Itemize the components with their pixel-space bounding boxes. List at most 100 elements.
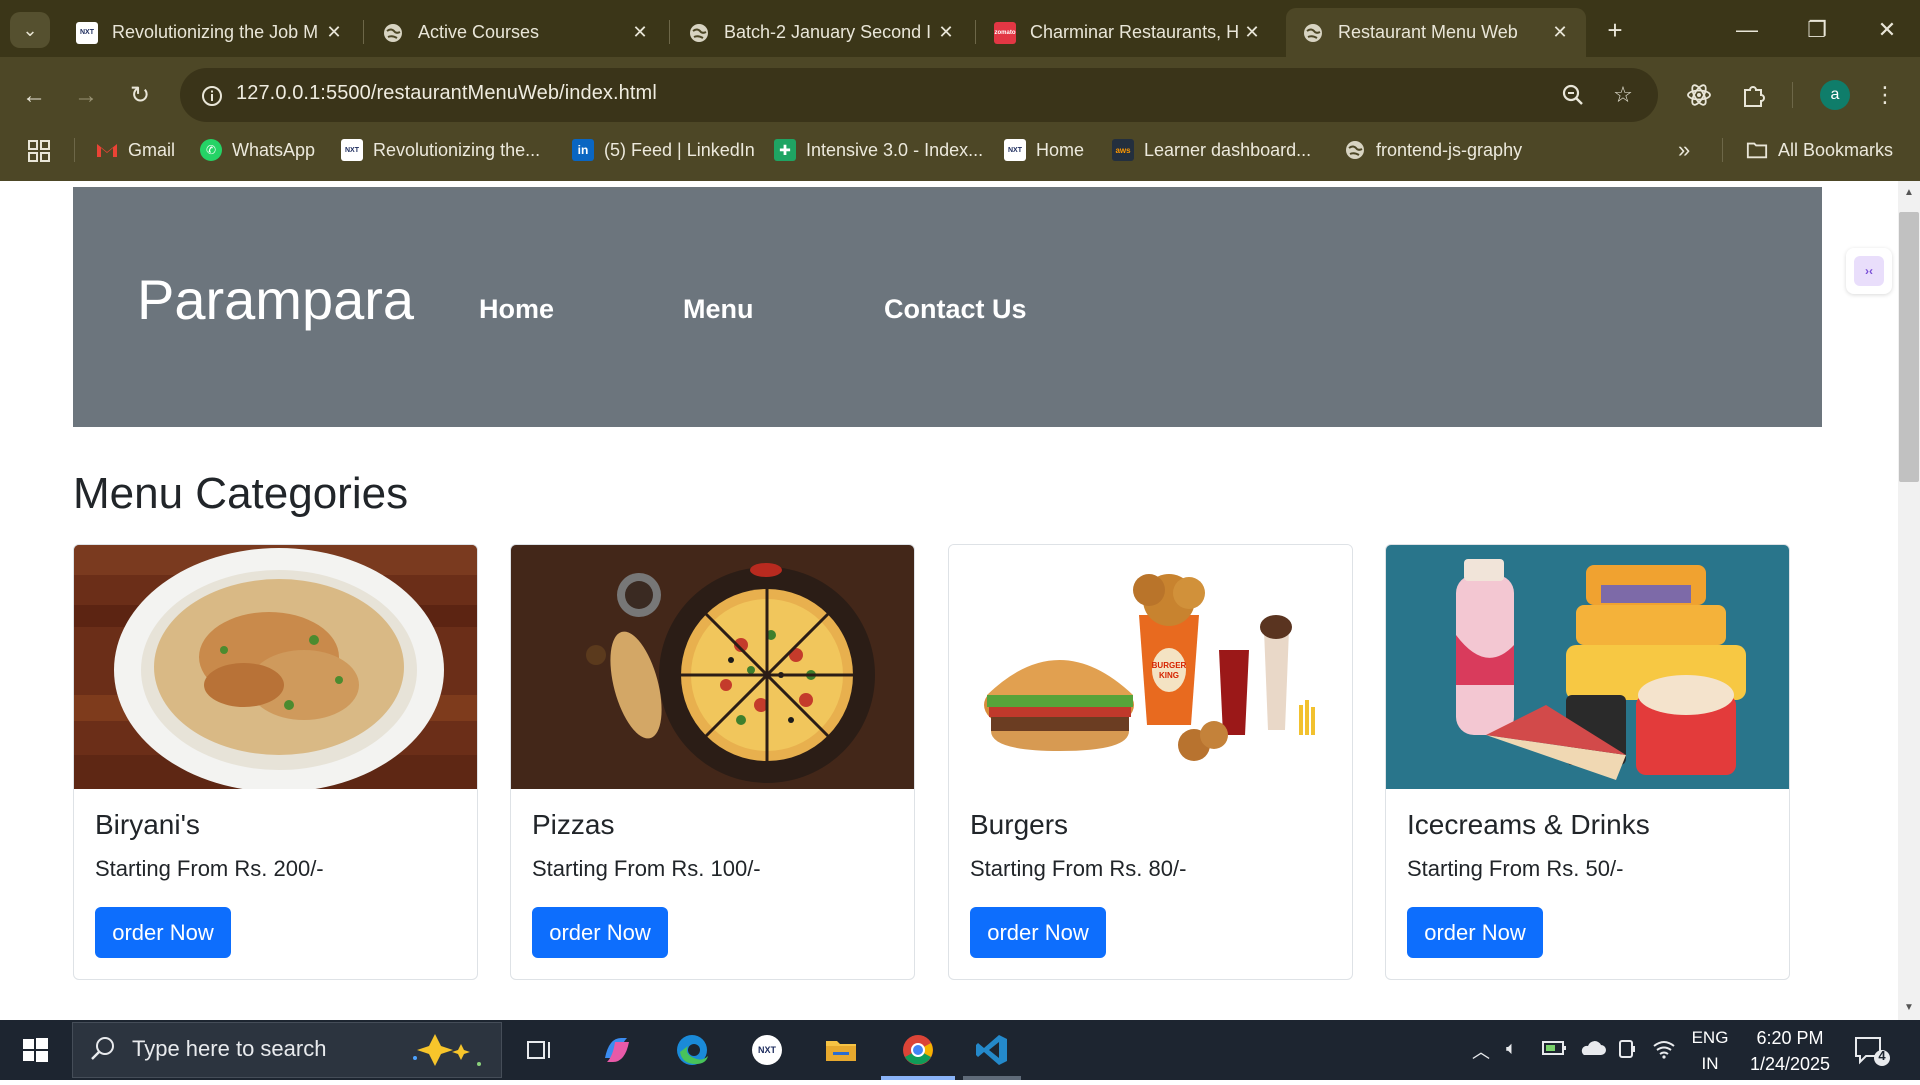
vscode-icon [976,1035,1007,1065]
profile-avatar[interactable]: a [1820,80,1850,110]
bookmarks-overflow-button[interactable]: » [1678,136,1690,164]
vscode-app[interactable] [963,1026,1021,1074]
copilot-icon [605,1038,629,1062]
close-icon[interactable]: ✕ [1240,22,1264,43]
chrome-app[interactable] [889,1026,947,1074]
minimize-icon: — [1736,17,1758,42]
open-app-indicator [963,1076,1021,1080]
code-icon: ›‹ [1854,256,1884,286]
browser-tab[interactable]: Batch-2 January Second I ✕ [672,8,972,57]
bookmark-sheets[interactable]: ✚ Intensive 3.0 - Index... [774,136,983,164]
forward-button[interactable]: → [66,76,106,116]
tray-overflow-button[interactable]: ︿ [1472,1038,1490,1064]
speaker-icon: 🔈︎ [1506,1038,1517,1058]
bookmark-linkedin[interactable]: in (5) Feed | LinkedIn [572,136,755,164]
browser-menu-button[interactable]: ⋮ [1868,78,1902,112]
linkedin-icon: in [572,139,594,161]
meet-now-button[interactable] [1616,1038,1638,1065]
order-now-button[interactable]: order Now [95,907,231,958]
close-icon[interactable]: ✕ [934,22,958,43]
close-icon[interactable]: ✕ [1548,22,1572,43]
site-info-button[interactable] [194,78,230,114]
volume-button[interactable]: 🔈︎ [1506,1038,1517,1059]
extensions-button[interactable] [1736,78,1770,112]
copilot-app[interactable] [588,1026,646,1074]
nav-link-contact[interactable]: Contact Us [884,294,1027,325]
nxtwave-icon: NXT [341,139,363,161]
url-text[interactable]: 127.0.0.1:5500/restaurantMenuWeb/index.h… [236,82,657,105]
nav-link-menu[interactable]: Menu [683,294,754,325]
nxtwave-icon: NXT [76,21,98,44]
battery-indicator[interactable] [1542,1038,1568,1063]
close-window-button[interactable]: ✕ [1862,10,1912,50]
task-view-button[interactable] [511,1026,569,1074]
new-tab-button[interactable]: + [1598,14,1632,48]
battery-icon [1542,1041,1566,1055]
nxtwave-icon: NXT [1004,139,1026,161]
globe-icon [382,22,404,44]
scrollbar-thumb[interactable] [1899,212,1919,482]
browser-tab[interactable]: NXT Revolutionizing the Job M ✕ [60,8,360,57]
menu-card-icecreams: Icecreams & Drinks Starting From Rs. 50/… [1385,544,1790,980]
browser-tab[interactable]: Active Courses ✕ [366,8,666,57]
onedrive-button[interactable] [1578,1038,1606,1063]
wifi-button[interactable] [1652,1038,1676,1065]
bookmark-home[interactable]: NXT Home [1004,136,1084,164]
order-now-button[interactable]: order Now [1407,907,1543,958]
restore-icon: ❐ [1807,17,1827,42]
browser-tab-active[interactable]: Restaurant Menu Web ✕ [1286,8,1586,57]
close-icon: ✕ [1877,17,1897,42]
back-button[interactable]: ← [14,76,54,116]
globe-icon [688,22,710,44]
taskbar-clock[interactable]: 6:20 PM 1/24/2025 [1744,1025,1836,1077]
minimize-button[interactable]: — [1722,10,1772,50]
scroll-up-arrow-icon[interactable]: ▲ [1898,184,1920,202]
chevron-down-icon: ⌄ [22,19,38,40]
bookmark-star-button[interactable]: ☆ [1606,78,1640,112]
file-explorer-app[interactable] [812,1026,870,1074]
notification-count: 4 [1878,1048,1886,1063]
tab-title: Restaurant Menu Web [1338,22,1518,42]
start-button[interactable] [0,1020,70,1080]
active-app-indicator [881,1076,955,1080]
bookmark-aws[interactable]: aws Learner dashboard... [1112,136,1311,164]
nav-link-home[interactable]: Home [479,294,554,325]
card-title: Biryani's [95,809,200,840]
windows-logo-icon [23,1038,48,1062]
bookmark-gmail[interactable]: Gmail [96,136,175,164]
order-now-button[interactable]: order Now [532,907,668,958]
apps-button[interactable] [26,138,52,164]
browser-tab[interactable]: zomato Charminar Restaurants, H ✕ [978,8,1278,57]
clock-date: 1/24/2025 [1749,1054,1831,1074]
scroll-down-arrow-icon[interactable]: ▼ [1898,999,1920,1017]
react-devtools-extension[interactable] [1682,78,1716,112]
folder-icon [826,1041,856,1061]
more-vertical-icon: ⋮ [1874,82,1896,107]
tab-search-button[interactable]: ⌄ [10,12,50,48]
clock-time: 6:20 PM [1756,1028,1824,1048]
site-brand[interactable]: Parampara [137,267,414,332]
notification-center-button[interactable]: 4 [1852,1034,1892,1068]
tab-divider [975,20,976,44]
nxtwave-app[interactable]: NXT [738,1026,796,1074]
device-icon [1619,1040,1635,1058]
tab-divider [363,20,364,44]
order-now-button[interactable]: order Now [970,907,1106,958]
restore-button[interactable]: ❐ [1792,10,1842,50]
zoom-button[interactable] [1556,78,1590,112]
burger-image: BURGER KING [949,545,1352,789]
tab-title: Active Courses [418,22,540,42]
close-icon[interactable]: ✕ [322,22,346,43]
input-language-indicator[interactable]: ENG IN [1680,1025,1740,1077]
bookmark-whatsapp[interactable]: ✆ WhatsApp [200,136,315,164]
bookmark-label: (5) Feed | LinkedIn [604,139,755,160]
all-bookmarks-button[interactable]: All Bookmarks [1746,136,1893,164]
reload-button[interactable]: ↻ [120,76,160,116]
edge-app[interactable] [663,1026,721,1074]
bookmark-frontend-js-graphy[interactable]: frontend-js-graphy [1344,136,1522,164]
copilot-sparkle-icon [395,1030,495,1070]
card-title: Icecreams & Drinks [1407,809,1650,840]
bookmark-nxtwave[interactable]: NXT Revolutionizing the... [341,136,540,164]
folder-icon [1746,139,1768,161]
close-icon[interactable]: ✕ [628,22,652,43]
